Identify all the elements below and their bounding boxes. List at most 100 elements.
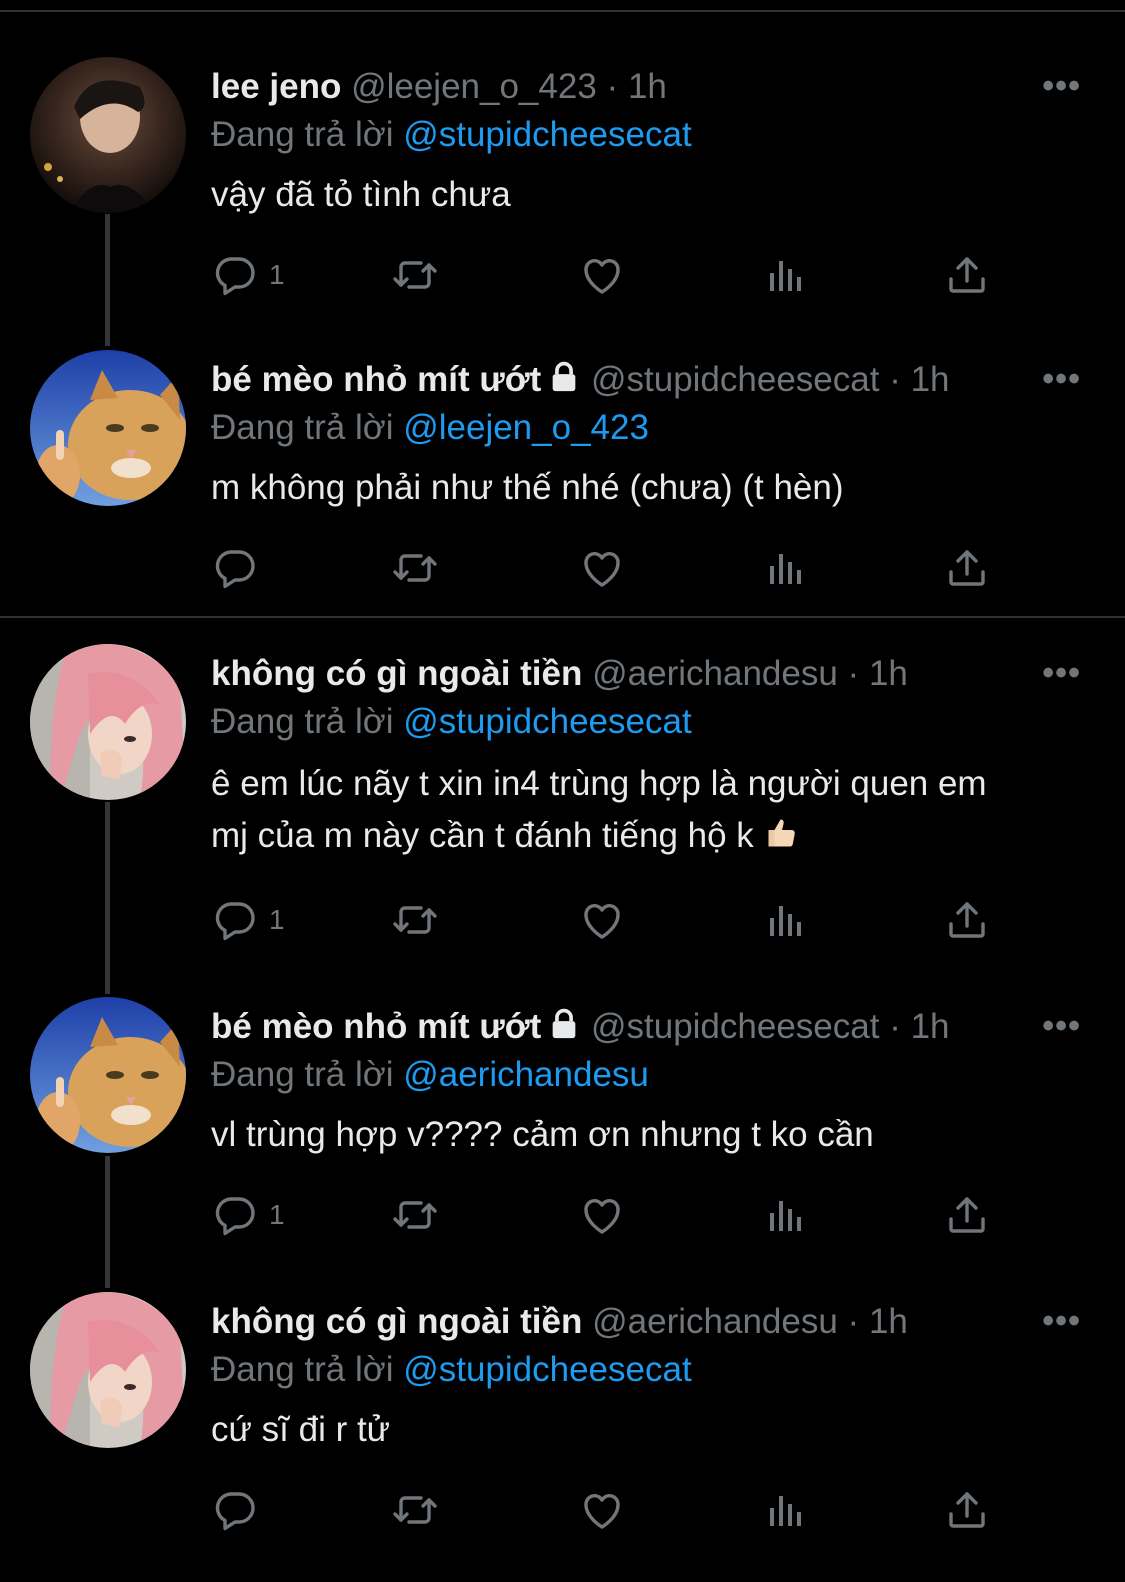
share-button[interactable] — [943, 540, 991, 596]
tweet-text: m không phải như thế nhé (chưa) (t hèn) — [211, 468, 844, 507]
timestamp[interactable]: 1h — [911, 1007, 950, 1046]
views-button[interactable] — [762, 540, 810, 596]
separator-dot: · — [606, 67, 619, 106]
mention-link[interactable]: @leejen_o_423 — [403, 408, 649, 447]
display-name[interactable]: không có gì ngoài tiền — [211, 654, 582, 693]
reply-icon — [211, 1191, 259, 1239]
display-name[interactable]: bé mèo nhỏ mít ướt — [211, 360, 541, 399]
separator-dot: · — [889, 360, 901, 399]
share-button[interactable] — [943, 1482, 991, 1538]
avatar[interactable] — [30, 997, 186, 1153]
more-icon[interactable]: ••• — [1042, 360, 1081, 399]
more-icon[interactable]: ••• — [1042, 1302, 1081, 1341]
share-button[interactable] — [943, 1187, 991, 1243]
views-button[interactable] — [762, 1482, 810, 1538]
timestamp[interactable]: 1h — [911, 360, 950, 399]
like-button[interactable] — [578, 892, 626, 948]
retweet-icon — [391, 1486, 439, 1534]
retweet-button[interactable] — [391, 540, 439, 596]
share-button[interactable] — [943, 892, 991, 948]
reply-button[interactable] — [211, 540, 269, 596]
action-bar — [211, 540, 1001, 596]
more-icon[interactable]: ••• — [1042, 67, 1081, 106]
tweet[interactable]: bé mèo nhỏ mít ướt @stupidcheesecat · 1h… — [0, 997, 1125, 1287]
like-button[interactable] — [578, 1482, 626, 1538]
reply-icon — [211, 1486, 259, 1534]
like-button[interactable] — [578, 247, 626, 303]
share-icon — [943, 896, 991, 944]
views-icon — [762, 251, 810, 299]
views-icon — [762, 896, 810, 944]
user-handle[interactable]: @leejen_o_423 — [351, 67, 597, 106]
retweet-button[interactable] — [391, 892, 439, 948]
tweet-text: cứ sĩ đi r tử — [211, 1410, 391, 1449]
timestamp[interactable]: 1h — [869, 654, 908, 693]
more-icon[interactable]: ••• — [1042, 654, 1081, 693]
tweet-header: bé mèo nhỏ mít ướt @stupidcheesecat · 1h — [211, 358, 950, 405]
share-button[interactable] — [943, 247, 991, 303]
reply-button[interactable] — [211, 1482, 269, 1538]
thumbs-up-emoji — [764, 814, 800, 866]
user-handle[interactable]: @stupidcheesecat — [591, 360, 879, 399]
retweet-icon — [391, 251, 439, 299]
avatar[interactable] — [30, 57, 186, 213]
display-name[interactable]: không có gì ngoài tiền — [211, 1302, 582, 1341]
tweet-text: vậy đã tỏ tình chưa — [211, 175, 511, 214]
avatar[interactable] — [30, 1292, 186, 1448]
reply-button[interactable]: 1 — [211, 247, 285, 303]
views-button[interactable] — [762, 892, 810, 948]
separator-dot: · — [847, 654, 860, 693]
views-button[interactable] — [762, 247, 810, 303]
avatar[interactable] — [30, 644, 186, 800]
retweet-button[interactable] — [391, 1187, 439, 1243]
avatar[interactable] — [30, 350, 186, 506]
replying-to: Đang trả lời @aerichandesu — [211, 1053, 649, 1097]
retweet-icon — [391, 544, 439, 592]
tweet[interactable]: lee jeno @leejen_o_423 · 1h ••• Đang trả… — [0, 57, 1125, 347]
retweet-button[interactable] — [391, 247, 439, 303]
display-name[interactable]: bé mèo nhỏ mít ướt — [211, 1007, 541, 1046]
mention-link[interactable]: @stupidcheesecat — [403, 115, 691, 154]
views-button[interactable] — [762, 1187, 810, 1243]
lock-icon — [547, 1007, 581, 1052]
mention-link[interactable]: @stupidcheesecat — [403, 1350, 691, 1389]
views-icon — [762, 1191, 810, 1239]
replying-to: Đang trả lời @stupidcheesecat — [211, 113, 692, 157]
reply-count: 1 — [269, 1199, 285, 1230]
like-icon — [578, 896, 626, 944]
tweet-text-line: ê em lúc nãy t xin in4 trùng hợp là ngườ… — [211, 764, 987, 803]
reply-button[interactable]: 1 — [211, 1187, 285, 1243]
retweet-button[interactable] — [391, 1482, 439, 1538]
reply-icon — [211, 251, 259, 299]
user-handle[interactable]: @stupidcheesecat — [591, 1007, 879, 1046]
replying-prefix: Đang trả lời — [211, 1350, 394, 1389]
views-icon — [762, 544, 810, 592]
action-bar: 1 — [211, 1187, 1001, 1243]
tweet-text-line: mj của m này cần t đánh tiếng hộ k — [211, 810, 1081, 866]
user-handle[interactable]: @aerichandesu — [592, 1302, 838, 1341]
replying-prefix: Đang trả lời — [211, 408, 394, 447]
action-bar — [211, 1482, 1001, 1538]
replying-to: Đang trả lời @stupidcheesecat — [211, 1348, 692, 1392]
display-name[interactable]: lee jeno — [211, 67, 341, 106]
more-icon[interactable]: ••• — [1042, 1007, 1081, 1046]
views-icon — [762, 1486, 810, 1534]
retweet-icon — [391, 1191, 439, 1239]
tweet-text: vl trùng hợp v???? cảm ơn nhưng t ko cần — [211, 1115, 874, 1154]
action-bar: 1 — [211, 247, 1001, 303]
like-button[interactable] — [578, 1187, 626, 1243]
like-button[interactable] — [578, 540, 626, 596]
replying-prefix: Đang trả lời — [211, 115, 394, 154]
user-handle[interactable]: @aerichandesu — [592, 654, 838, 693]
mention-link[interactable]: @stupidcheesecat — [403, 702, 691, 741]
separator-dot: · — [847, 1302, 860, 1341]
like-icon — [578, 1486, 626, 1534]
tweet[interactable]: không có gì ngoài tiền @aerichandesu · 1… — [0, 644, 1125, 934]
mention-link[interactable]: @aerichandesu — [403, 1055, 649, 1094]
tweet[interactable]: bé mèo nhỏ mít ướt @stupidcheesecat · 1h… — [0, 350, 1125, 640]
tweet[interactable]: không có gì ngoài tiền @aerichandesu · 1… — [0, 1292, 1125, 1582]
retweet-icon — [391, 896, 439, 944]
timestamp[interactable]: 1h — [869, 1302, 908, 1341]
timestamp[interactable]: 1h — [628, 67, 667, 106]
reply-button[interactable]: 1 — [211, 892, 285, 948]
